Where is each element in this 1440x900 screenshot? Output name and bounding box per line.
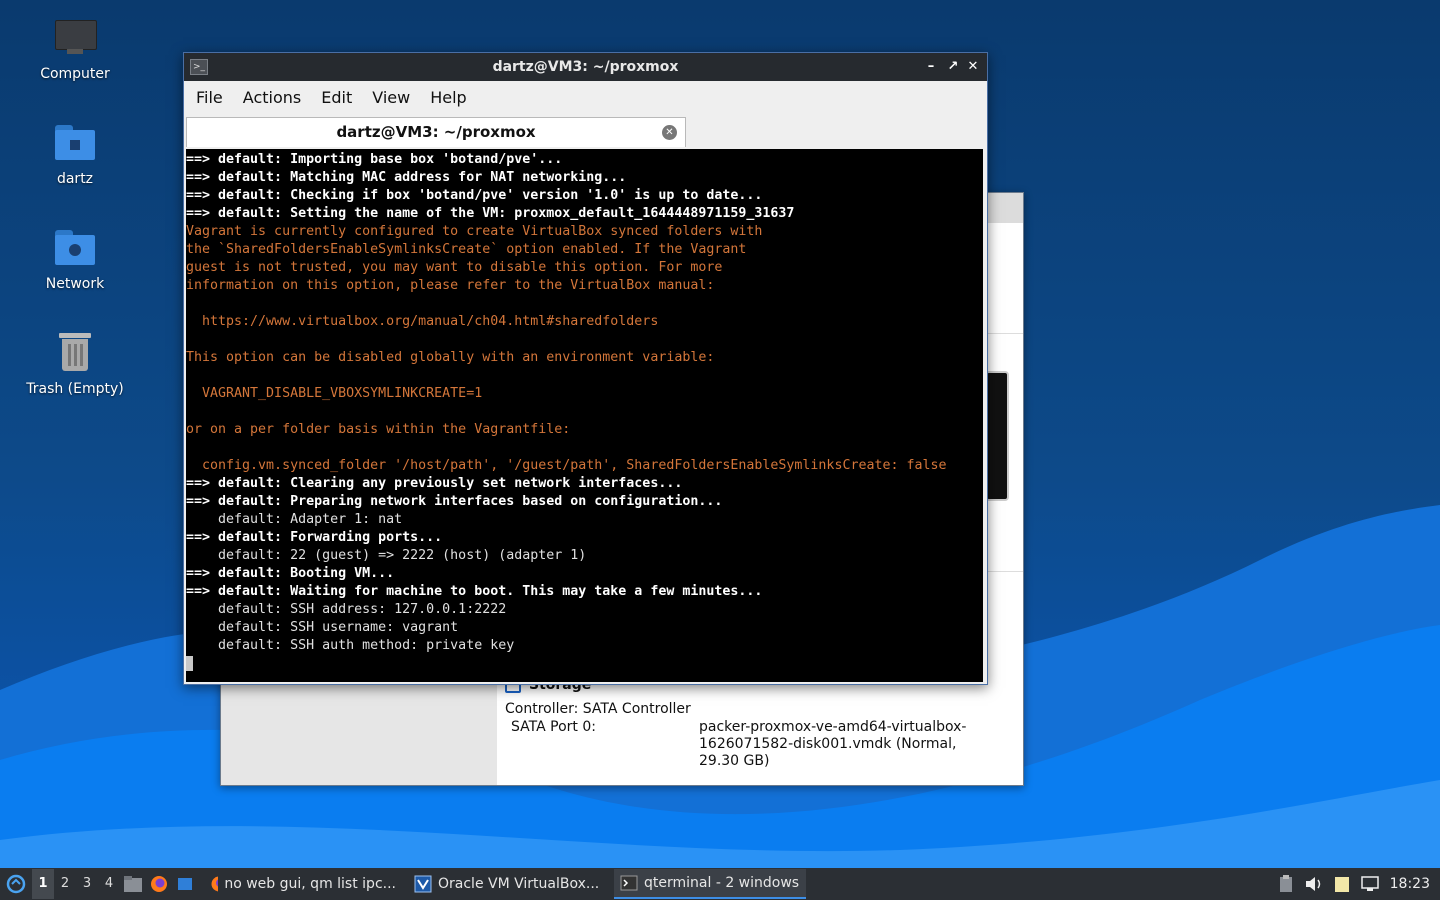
desktop: Computer dartz Network Trash (Empty) Sto… <box>0 0 1440 868</box>
firefox-icon <box>211 876 219 892</box>
quicklaunch-file-manager[interactable] <box>120 869 146 899</box>
taskbar: 1 2 3 4 no web gui, qm list ipc... Oracl… <box>0 868 1440 900</box>
tab-close-icon[interactable]: ✕ <box>662 125 677 140</box>
menu-bar: File Actions Edit View Help <box>184 81 987 114</box>
storage-controller: Controller: SATA Controller <box>505 701 691 717</box>
volume-icon <box>1305 877 1320 891</box>
terminal-line: ==> default: Forwarding ports... <box>186 530 443 545</box>
desktop-icon-network[interactable]: Network <box>15 226 135 292</box>
menu-actions[interactable]: Actions <box>233 88 311 107</box>
storage-port-value: packer-proxmox-ve-amd64-virtualbox-16260… <box>699 719 967 769</box>
desktop-switch-3[interactable]: 3 <box>76 869 98 899</box>
close-button[interactable]: ✕ <box>963 53 983 81</box>
quicklaunch-show-desktop[interactable] <box>172 869 198 899</box>
start-menu-button[interactable] <box>0 869 32 899</box>
menu-edit[interactable]: Edit <box>311 88 362 107</box>
lxqt-logo-icon <box>6 874 26 894</box>
terminal-line: ==> default: Waiting for machine to boot… <box>186 584 763 599</box>
text-cursor <box>186 655 193 671</box>
terminal-line: ==> default: Setting the name of the VM:… <box>186 206 795 221</box>
terminal-line: This option can be disabled globally wit… <box>186 350 715 365</box>
terminal-line: guest is not trusted, you may want to di… <box>186 260 723 275</box>
quicklaunch-firefox[interactable] <box>146 869 172 899</box>
desktop-icon-label: Network <box>45 276 105 292</box>
show-desktop-icon <box>178 878 192 890</box>
trash-icon <box>53 331 97 375</box>
terminal-line: config.vm.synced_folder '/host/path', '/… <box>186 458 947 473</box>
terminal-output[interactable]: ==> default: Importing base box 'botand/… <box>186 149 983 682</box>
terminal-line: information on this option, please refer… <box>186 278 715 293</box>
terminal-app-icon: >_ <box>190 59 208 75</box>
tab-terminal[interactable]: dartz@VM3: ~/proxmox ✕ <box>186 117 686 147</box>
menu-view[interactable]: View <box>362 88 420 107</box>
clipboard-icon <box>1279 875 1292 892</box>
network-icon <box>1360 876 1379 891</box>
desktop-switch-2[interactable]: 2 <box>54 869 76 899</box>
menu-file[interactable]: File <box>186 88 233 107</box>
storage-section: Storage Controller: SATA Controller SATA… <box>505 677 1023 770</box>
storage-port-label: SATA Port 0: <box>511 719 596 735</box>
clock[interactable]: 18:23 <box>1384 876 1440 892</box>
desktop-icon-home[interactable]: dartz <box>15 121 135 187</box>
desktop-icon-computer[interactable]: Computer <box>15 16 135 82</box>
tab-label: dartz@VM3: ~/proxmox <box>336 123 536 141</box>
tray-network[interactable] <box>1356 869 1384 899</box>
system-tray: 18:23 <box>1272 868 1440 900</box>
terminal-line: ==> default: Clearing any previously set… <box>186 476 683 491</box>
notes-icon <box>1334 877 1349 892</box>
terminal-line: or on a per folder basis within the Vagr… <box>186 422 571 437</box>
terminal-window[interactable]: >_ dartz@VM3: ~/proxmox – ↗ ✕ File Actio… <box>183 52 988 685</box>
terminal-line: ==> default: Importing base box 'botand/… <box>186 152 563 167</box>
terminal-icon <box>620 875 638 891</box>
desktop-icon-label: dartz <box>56 171 94 187</box>
task-label: no web gui, qm list ipc... <box>224 876 396 892</box>
tray-notes[interactable] <box>1328 869 1356 899</box>
tray-volume[interactable] <box>1300 869 1328 899</box>
desktop-icon-label: Computer <box>40 66 110 82</box>
desktop-icon-trash[interactable]: Trash (Empty) <box>15 331 135 397</box>
terminal-line: ==> default: Matching MAC address for NA… <box>186 170 627 185</box>
computer-icon <box>53 16 97 60</box>
terminal-line: Vagrant is currently configured to creat… <box>186 224 763 239</box>
window-title: dartz@VM3: ~/proxmox <box>492 59 679 75</box>
task-firefox[interactable]: no web gui, qm list ipc... <box>204 869 402 899</box>
maximize-button[interactable]: ↗ <box>943 53 963 81</box>
desktop-switch-1[interactable]: 1 <box>32 869 54 899</box>
desktop-icon-label: Trash (Empty) <box>26 381 124 397</box>
task-label: qterminal - 2 windows <box>644 875 800 891</box>
vm-preview <box>985 371 1009 501</box>
terminal-line: VAGRANT_DISABLE_VBOXSYMLINKCREATE=1 <box>186 386 483 401</box>
terminal-titlebar[interactable]: >_ dartz@VM3: ~/proxmox – ↗ ✕ <box>184 53 987 81</box>
task-virtualbox[interactable]: Oracle VM VirtualBox... <box>408 869 608 899</box>
virtualbox-icon <box>414 875 432 893</box>
terminal-line: the `SharedFoldersEnableSymlinksCreate` … <box>186 242 747 257</box>
tray-updates[interactable] <box>1272 869 1300 899</box>
tab-bar: dartz@VM3: ~/proxmox ✕ <box>184 114 987 148</box>
minimize-button[interactable]: – <box>921 53 941 81</box>
terminal-line: https://www.virtualbox.org/manual/ch04.h… <box>186 314 659 329</box>
terminal-line: default: Adapter 1: nat <box>186 512 403 527</box>
home-folder-icon <box>53 121 97 165</box>
terminal-line: default: SSH auth method: private key <box>186 638 515 653</box>
network-folder-icon <box>53 226 97 270</box>
terminal-line: default: 22 (guest) => 2222 (host) (adap… <box>186 548 587 563</box>
terminal-line: default: SSH address: 127.0.0.1:2222 <box>186 602 507 617</box>
firefox-icon <box>151 876 167 892</box>
task-label: Oracle VM VirtualBox... <box>438 876 600 892</box>
file-manager-icon <box>124 876 142 892</box>
terminal-line: ==> default: Preparing network interface… <box>186 494 723 509</box>
terminal-cursor-line <box>186 655 983 673</box>
menu-help[interactable]: Help <box>420 88 476 107</box>
desktop-switch-4[interactable]: 4 <box>98 869 120 899</box>
terminal-line: ==> default: Booting VM... <box>186 566 395 581</box>
terminal-line: ==> default: Checking if box 'botand/pve… <box>186 188 763 203</box>
task-qterminal[interactable]: qterminal - 2 windows <box>614 869 806 899</box>
terminal-line: default: SSH username: vagrant <box>186 620 459 635</box>
